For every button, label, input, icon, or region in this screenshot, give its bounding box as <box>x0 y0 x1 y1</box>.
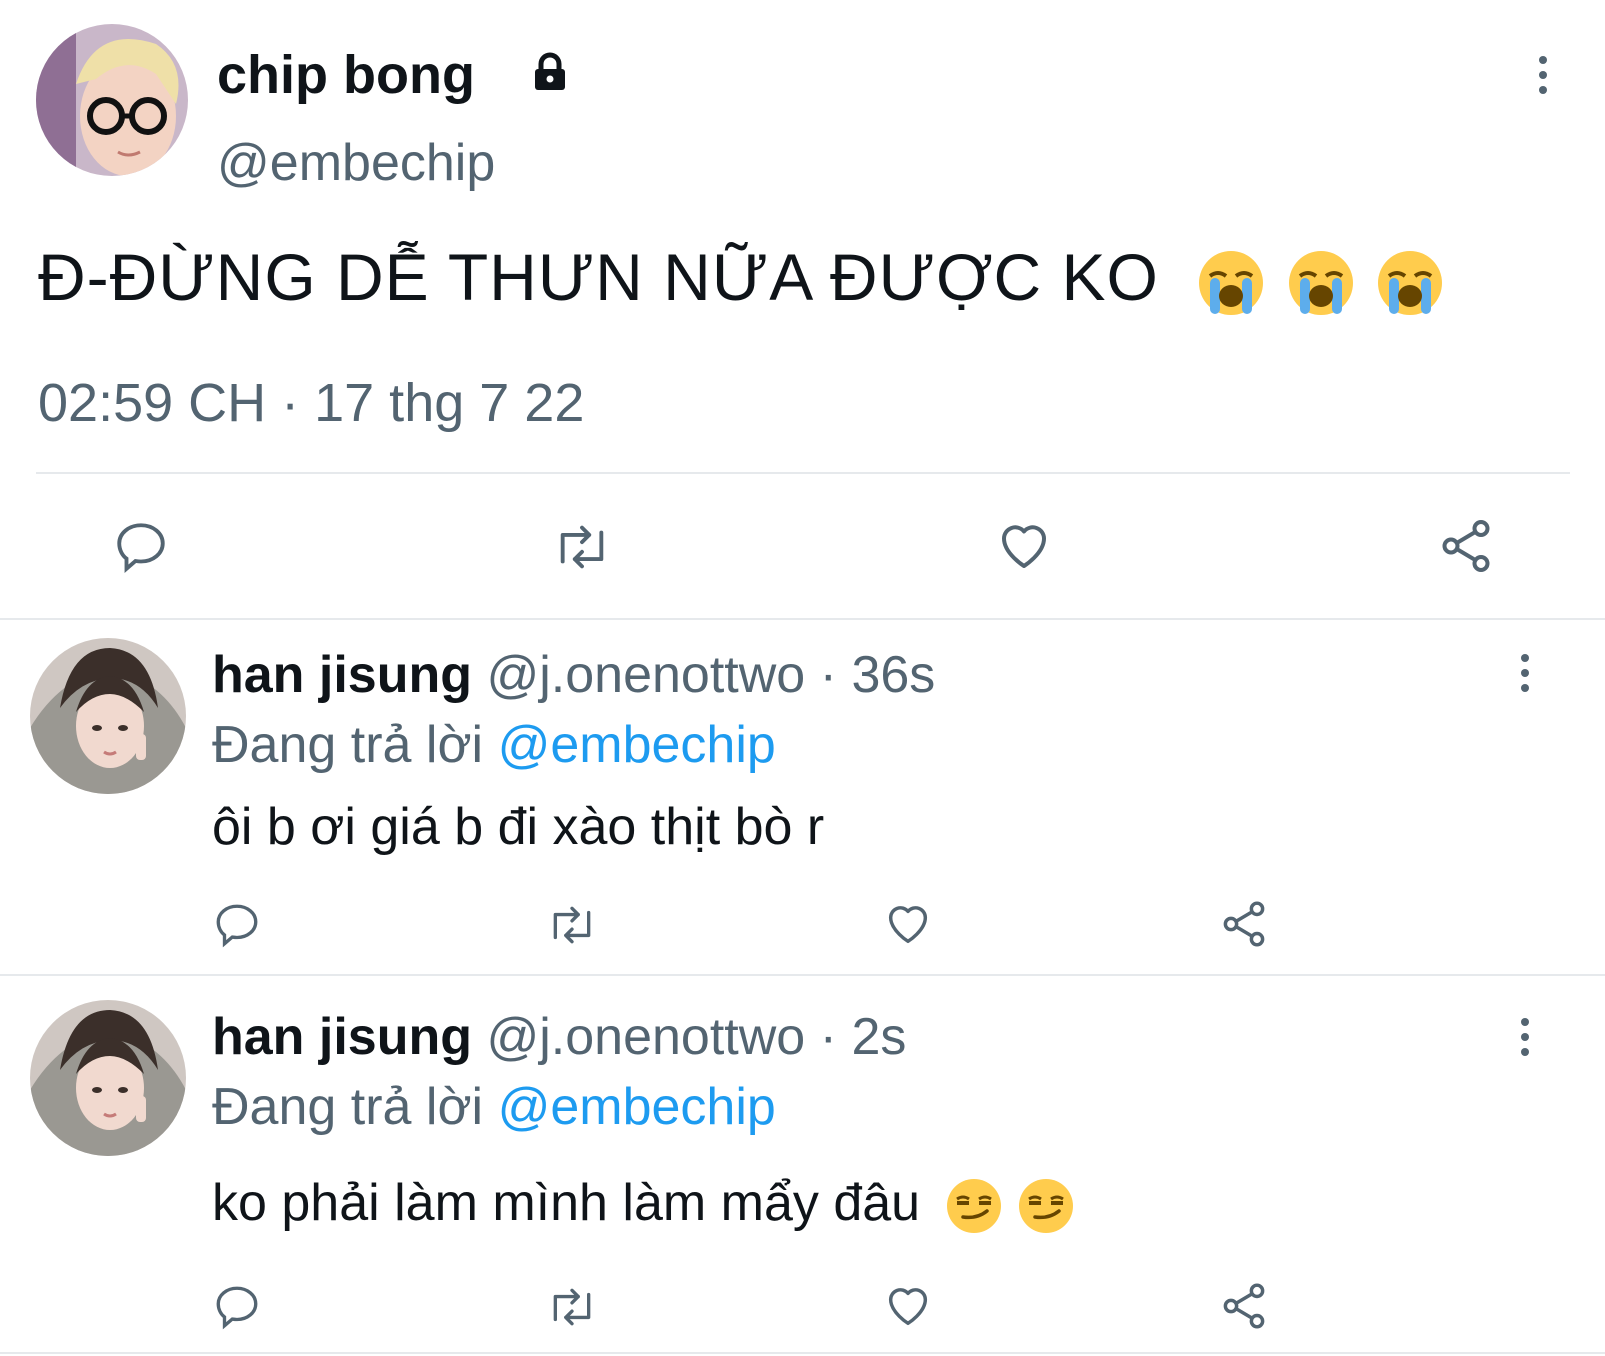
replying-to-mention[interactable]: @embechip <box>498 1078 776 1136</box>
like-icon[interactable] <box>882 898 934 955</box>
display-name[interactable]: han jisung <box>212 1008 472 1066</box>
handle[interactable]: @embechip <box>217 128 495 198</box>
separator: · <box>819 646 837 704</box>
divider <box>0 618 1605 620</box>
like-icon[interactable] <box>994 516 1054 581</box>
retweet-icon[interactable] <box>544 1282 600 1337</box>
tweet-text-content: Đ-ĐỪNG DỄ THƯN NỮA ĐƯỢC KO <box>38 240 1159 314</box>
smirking-face-icon <box>946 1179 1001 1234</box>
avatar[interactable] <box>30 1000 186 1156</box>
retweet-icon[interactable] <box>550 518 614 581</box>
share-icon[interactable] <box>1436 516 1496 581</box>
tweet-text: ôi b ơi giá b đi xào thịt bò r <box>212 798 825 856</box>
avatar[interactable] <box>30 638 186 794</box>
tweet-age[interactable]: 36s <box>851 646 935 704</box>
loudly-crying-face-icon <box>1377 250 1442 315</box>
more-options-icon[interactable] <box>1518 654 1532 692</box>
display-name[interactable]: chip bong <box>217 40 475 110</box>
reply-header: han jisung @j.onenottwo · 2s <box>212 1004 906 1070</box>
more-options-icon[interactable] <box>1518 1018 1532 1056</box>
display-name[interactable]: han jisung <box>212 646 472 704</box>
replying-to: Đang trả lời @embechip <box>212 1074 776 1140</box>
smirk-emojis <box>945 1174 1075 1234</box>
avatar[interactable] <box>36 24 188 176</box>
divider <box>0 974 1605 976</box>
reply-icon[interactable] <box>112 518 170 581</box>
share-icon[interactable] <box>1218 1280 1270 1337</box>
crying-emojis <box>1196 240 1445 315</box>
smirking-face-icon <box>1019 1179 1073 1234</box>
lock-icon <box>530 52 570 97</box>
loudly-crying-face-icon <box>1199 250 1264 315</box>
replying-to-label: Đang trả lời <box>212 716 484 774</box>
like-icon[interactable] <box>882 1280 934 1337</box>
retweet-icon[interactable] <box>544 900 600 955</box>
timestamp[interactable]: 02:59 CH · 17 thg 7 22 <box>38 368 584 438</box>
loudly-crying-face-icon <box>1288 250 1353 315</box>
reply-icon[interactable] <box>212 1282 262 1337</box>
tweet-text-content: ko phải làm mình làm mẩy đâu <box>212 1174 921 1232</box>
divider <box>36 472 1570 474</box>
reply-header: han jisung @j.onenottwo · 36s <box>212 642 935 708</box>
tweet-age[interactable]: 2s <box>851 1008 906 1066</box>
handle[interactable]: @j.onenottwo <box>486 1008 805 1066</box>
share-icon[interactable] <box>1218 898 1270 955</box>
replying-to-mention[interactable]: @embechip <box>498 716 776 774</box>
separator: · <box>819 1008 837 1066</box>
replying-to-label: Đang trả lời <box>212 1078 484 1136</box>
tweet-text: Đ-ĐỪNG DỄ THƯN NỮA ĐƯỢC KO <box>38 232 1445 322</box>
reply-icon[interactable] <box>212 900 262 955</box>
replying-to: Đang trả lời @embechip <box>212 712 776 778</box>
tweet-text: ko phải làm mình làm mẩy đâu <box>212 1168 1075 1238</box>
more-options-icon[interactable] <box>1536 56 1550 94</box>
handle[interactable]: @j.onenottwo <box>486 646 805 704</box>
divider <box>0 1352 1605 1354</box>
